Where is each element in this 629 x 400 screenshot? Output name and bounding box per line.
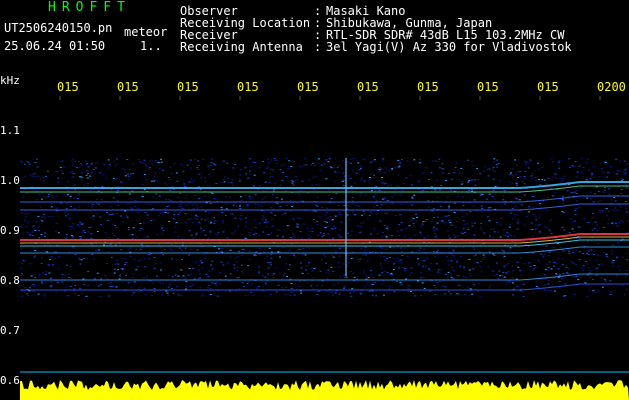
y-axis-unit: kHz <box>0 74 20 87</box>
hrofft-window: HROFFT UT2506240150.pn meteor 25.06.24 0… <box>0 0 629 400</box>
x-tick-label: 015 <box>237 80 259 94</box>
file-name: UT2506240150.pn <box>4 21 113 35</box>
x-tick-label: 015 <box>357 80 379 94</box>
mode-label: meteor <box>124 25 168 39</box>
x-tick-label: 015 <box>477 80 499 94</box>
spectrogram-plot <box>20 96 629 400</box>
spectrogram-svg <box>20 96 629 400</box>
x-tick-label: 0200 <box>597 80 626 94</box>
x-tick-label: 015 <box>117 80 139 94</box>
y-tick-label: 1.1 <box>0 124 20 137</box>
x-tick-label: 015 <box>177 80 199 94</box>
noise-band <box>20 158 629 297</box>
info-value: 3el Yagi(V) Az 330 for Vladivostok <box>326 40 572 54</box>
signal-line <box>20 195 629 203</box>
y-tick-label: 1.0 <box>0 174 20 187</box>
datetime: 25.06.24 01:50 <box>4 39 106 53</box>
signal-line <box>20 246 629 254</box>
x-tick-label: 015 <box>57 80 79 94</box>
info-label: Receiving Antenna <box>180 40 303 54</box>
info-separator: : <box>314 40 322 54</box>
y-tick-label: 0.7 <box>0 324 20 337</box>
y-tick-label: 0.9 <box>0 224 20 237</box>
x-tick-label: 015 <box>537 80 559 94</box>
counter: 1.. <box>140 39 162 53</box>
signal-line <box>20 181 629 189</box>
y-tick-label: 0.6 <box>0 374 20 387</box>
y-tick-label: 0.8 <box>0 274 20 287</box>
signal-line <box>20 273 629 281</box>
x-tick-label: 015 <box>417 80 439 94</box>
app-title: HROFFT <box>48 0 131 15</box>
signal-trace <box>20 380 629 400</box>
x-tick-label: 015 <box>297 80 319 94</box>
